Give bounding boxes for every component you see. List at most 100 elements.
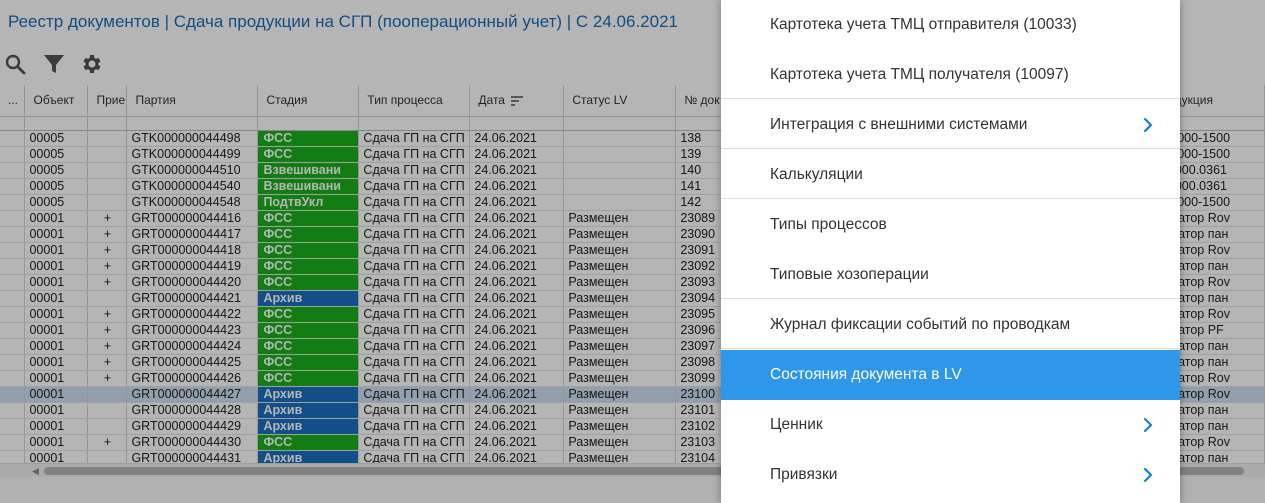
search-icon[interactable]: [3, 52, 27, 76]
stage-badge: ФСС: [257, 354, 360, 371]
chevron-right-icon: [1143, 117, 1153, 133]
column-header[interactable]: Статус LV: [563, 85, 677, 117]
table-cell: [0, 386, 26, 403]
table-cell: GTK000000044540: [126, 178, 259, 195]
table-cell: [87, 194, 128, 211]
table-cell: 24.06.2021: [469, 338, 565, 355]
table-cell: [0, 162, 26, 179]
menu-item[interactable]: Типовые хозоперации: [721, 250, 1180, 300]
table-cell: 00001: [24, 226, 89, 243]
column-header[interactable]: ...: [0, 85, 26, 117]
menu-item[interactable]: Привязки: [721, 450, 1180, 500]
table-cell: GRT000000044416: [126, 210, 259, 227]
table-cell: 24.06.2021: [469, 402, 565, 419]
table-cell: 24.06.2021: [469, 418, 565, 435]
column-header[interactable]: Прие: [87, 85, 128, 117]
filter-icon[interactable]: [42, 52, 66, 76]
table-cell: +: [87, 226, 128, 243]
table-cell: [87, 130, 128, 147]
stage-badge: ФСС: [257, 274, 360, 291]
table-cell: GTK000000044498: [126, 130, 259, 147]
menu-item[interactable]: Интеграция с внешними системами: [721, 100, 1180, 150]
table-cell: [0, 402, 26, 419]
table-cell: [0, 354, 26, 371]
table-cell: Сдача ГП на СГП: [358, 130, 471, 147]
table-cell: Сдача ГП на СГП: [358, 274, 471, 291]
menu-divider: [721, 298, 1180, 299]
table-cell: +: [87, 322, 128, 339]
table-cell: Сдача ГП на СГП: [358, 370, 471, 387]
column-header[interactable]: Объект: [24, 85, 89, 117]
column-header[interactable]: Стадия: [257, 85, 360, 117]
gear-icon[interactable]: [79, 52, 103, 76]
column-filter-cell[interactable]: [563, 116, 677, 131]
stage-badge: Архив: [257, 290, 360, 307]
table-cell: Размещен: [563, 450, 677, 463]
scroll-left-icon[interactable]: ◀: [32, 466, 39, 477]
stage-badge: ФСС: [257, 258, 360, 275]
column-filter-cell[interactable]: [126, 116, 259, 131]
table-cell: 00001: [24, 306, 89, 323]
table-cell: 23092: [675, 258, 727, 275]
table-cell: [87, 290, 128, 307]
menu-item[interactable]: Журнал фиксации событий по проводкам: [721, 300, 1180, 350]
menu-item-label: Типы процессов: [770, 216, 887, 233]
column-filter-cell[interactable]: [0, 116, 26, 131]
table-cell: 23103: [675, 434, 727, 451]
table-cell: [87, 402, 128, 419]
column-filter-cell[interactable]: [469, 116, 565, 131]
menu-item[interactable]: Картотека учета ТМЦ отправителя (10033): [721, 0, 1180, 50]
table-cell: Размещен: [563, 354, 677, 371]
menu-item[interactable]: Калькуляции: [721, 150, 1180, 200]
table-cell: Размещен: [563, 242, 677, 259]
table-cell: 23095: [675, 306, 727, 323]
table-cell: 23097: [675, 338, 727, 355]
table-cell: +: [87, 210, 128, 227]
column-filter-cell[interactable]: [24, 116, 89, 131]
table-cell: 24.06.2021: [469, 130, 565, 147]
column-filter-cell[interactable]: [358, 116, 471, 131]
menu-item[interactable]: Картотека учета ТМЦ получателя (10097): [721, 50, 1180, 100]
sort-icon[interactable]: [510, 96, 523, 106]
table-cell: 23099: [675, 370, 727, 387]
table-cell: Размещен: [563, 322, 677, 339]
table-cell: GRT000000044418: [126, 242, 259, 259]
table-cell: 00005: [24, 130, 89, 147]
column-filter-cell[interactable]: [87, 116, 128, 131]
table-cell: 00001: [24, 322, 89, 339]
menu-item-label: Привязки: [770, 466, 838, 483]
table-cell: 00001: [24, 354, 89, 371]
table-cell: 24.06.2021: [469, 162, 565, 179]
table-cell: 00001: [24, 274, 89, 291]
table-cell: Размещен: [563, 402, 677, 419]
table-cell: GRT000000044426: [126, 370, 259, 387]
table-cell: 00001: [24, 418, 89, 435]
table-cell: Сдача ГП на СГП: [358, 306, 471, 323]
column-header[interactable]: Тип процесса: [358, 85, 471, 117]
table-cell: 24.06.2021: [469, 258, 565, 275]
table-cell: Размещен: [563, 370, 677, 387]
table-cell: 24.06.2021: [469, 322, 565, 339]
table-cell: 23093: [675, 274, 727, 291]
stage-badge: ФСС: [257, 434, 360, 451]
column-filter-cell[interactable]: [257, 116, 360, 131]
stage-badge: ФСС: [257, 306, 360, 323]
table-cell: Размещен: [563, 418, 677, 435]
column-header[interactable]: Партия: [126, 85, 259, 117]
column-header[interactable]: № док: [675, 85, 727, 117]
table-cell: [87, 178, 128, 195]
column-filter-cell[interactable]: [675, 116, 727, 131]
menu-item[interactable]: Состояния документа в LV: [721, 350, 1180, 400]
table-cell: 23090: [675, 226, 727, 243]
menu-item[interactable]: Ценник: [721, 400, 1180, 450]
column-header[interactable]: Дата: [469, 85, 565, 117]
menu-divider: [721, 198, 1180, 199]
app-window: Реестр документов | Сдача продукции на С…: [0, 0, 1265, 503]
menu-item[interactable]: Типы процессов: [721, 200, 1180, 250]
menu-item-label: Картотека учета ТМЦ получателя (10097): [770, 66, 1069, 83]
stage-badge: Архив: [257, 402, 360, 419]
table-cell: Сдача ГП на СГП: [358, 434, 471, 451]
table-cell: [0, 450, 26, 463]
table-cell: Размещен: [563, 258, 677, 275]
table-cell: 00001: [24, 386, 89, 403]
